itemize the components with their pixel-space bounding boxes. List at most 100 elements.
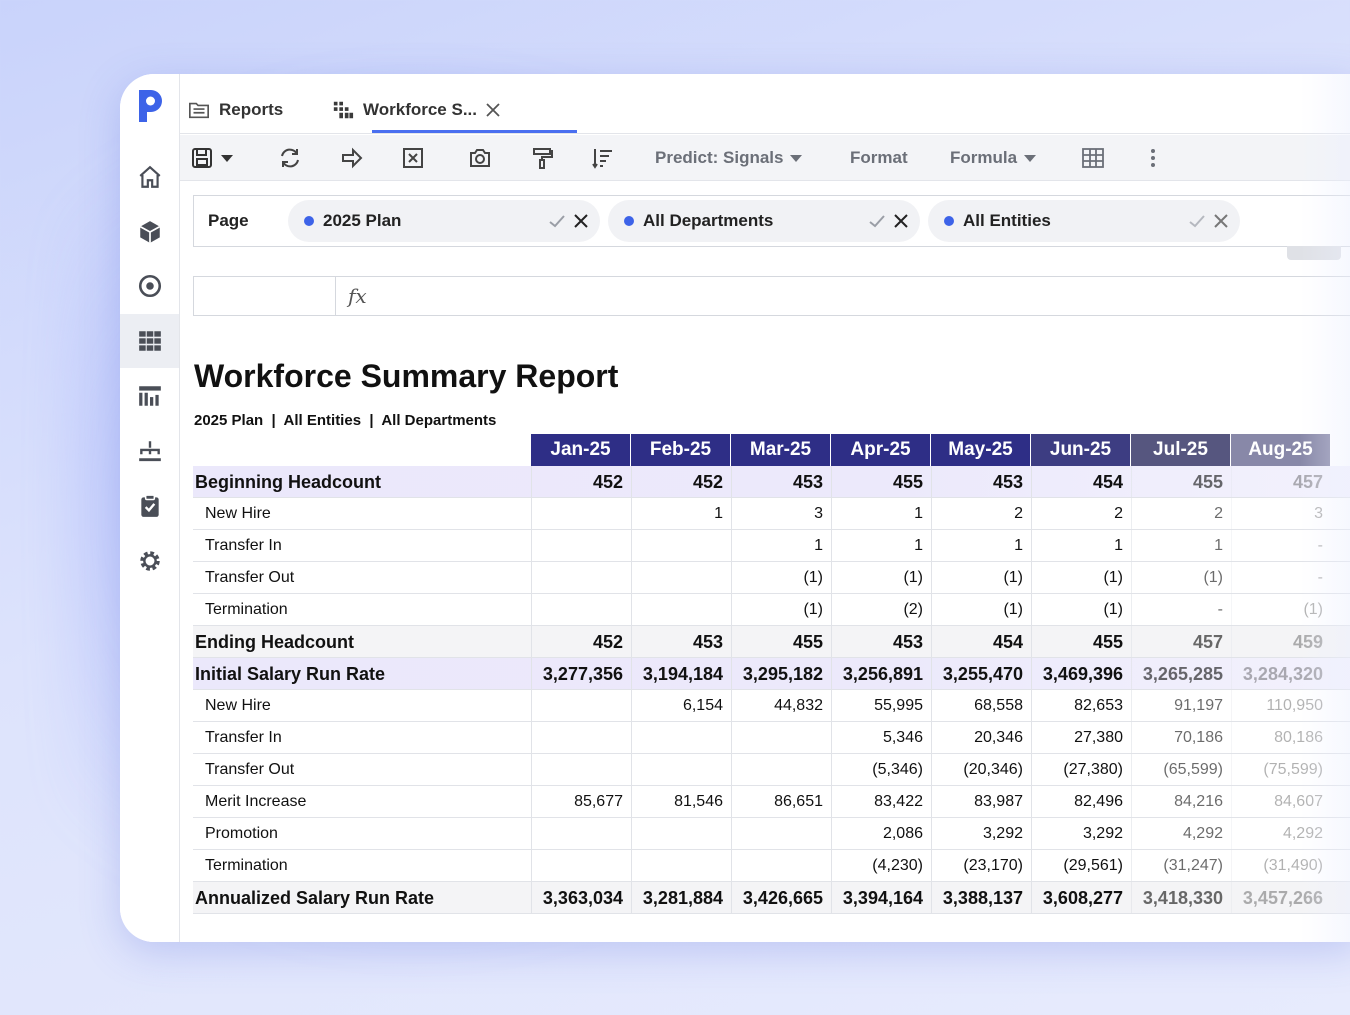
row-label[interactable]: Beginning Headcount <box>194 466 381 498</box>
table-cell[interactable] <box>631 754 731 786</box>
table-cell[interactable] <box>531 498 631 530</box>
table-cell[interactable]: 3,255,470 <box>931 658 1031 690</box>
table-cell[interactable]: 6,154 <box>631 690 731 722</box>
table-cell[interactable]: 3,295,182 <box>731 658 831 690</box>
table-cell[interactable]: 2 <box>1131 498 1231 530</box>
column-header[interactable]: Feb-25 <box>631 434 730 466</box>
clear-filter-icon[interactable] <box>1213 213 1229 229</box>
table-cell[interactable]: (75,599) <box>1231 754 1331 786</box>
table-cell[interactable]: (1) <box>1031 562 1131 594</box>
table-cell[interactable]: (1) <box>731 594 831 626</box>
table-cell[interactable]: 3,292 <box>931 818 1031 850</box>
table-cell[interactable]: 453 <box>931 466 1031 498</box>
table-cell[interactable] <box>731 818 831 850</box>
sidebar-item-goals[interactable] <box>120 259 179 313</box>
table-cell[interactable] <box>531 530 631 562</box>
save-button[interactable] <box>190 145 233 171</box>
table-cell[interactable] <box>531 754 631 786</box>
table-cell[interactable]: 1 <box>631 498 731 530</box>
filter-chip-departments[interactable]: All Departments <box>608 200 920 242</box>
export-button[interactable] <box>340 145 364 171</box>
table-cell[interactable]: 5,346 <box>831 722 931 754</box>
column-header[interactable]: May-25 <box>931 434 1030 466</box>
row-label[interactable]: New Hire <box>205 690 271 722</box>
table-cell[interactable]: 80,186 <box>1231 722 1331 754</box>
table-cell[interactable]: 1 <box>731 530 831 562</box>
table-cell[interactable]: (1) <box>1031 594 1131 626</box>
row-label[interactable]: New Hire <box>205 498 271 530</box>
table-cell[interactable]: 4,292 <box>1231 818 1331 850</box>
row-label[interactable]: Ending Headcount <box>194 626 354 658</box>
table-cell[interactable]: 3,292 <box>1031 818 1131 850</box>
table-cell[interactable]: 459 <box>1231 626 1331 658</box>
table-cell[interactable]: 455 <box>831 466 931 498</box>
table-cell[interactable]: 81,546 <box>631 786 731 818</box>
format-painter-button[interactable] <box>531 145 555 171</box>
table-cell[interactable]: 454 <box>931 626 1031 658</box>
row-label[interactable]: Annualized Salary Run Rate <box>194 882 434 914</box>
table-cell[interactable]: 3,256,891 <box>831 658 931 690</box>
table-cell[interactable]: 68,558 <box>931 690 1031 722</box>
table-cell[interactable]: 452 <box>631 466 731 498</box>
table-cell[interactable]: 453 <box>831 626 931 658</box>
table-cell[interactable]: 2 <box>1031 498 1131 530</box>
table-cell[interactable]: (20,346) <box>931 754 1031 786</box>
table-cell[interactable] <box>531 594 631 626</box>
table-cell[interactable]: 44,832 <box>731 690 831 722</box>
table-cell[interactable]: 3 <box>1231 498 1331 530</box>
sidebar-item-sheets[interactable] <box>120 314 179 368</box>
table-cell[interactable]: 27,380 <box>1031 722 1131 754</box>
table-cell[interactable]: (4,230) <box>831 850 931 882</box>
table-cell[interactable]: 86,651 <box>731 786 831 818</box>
table-cell[interactable]: - <box>1231 562 1331 594</box>
sidebar-item-dashboards[interactable] <box>120 369 179 423</box>
table-cell[interactable]: 55,995 <box>831 690 931 722</box>
table-cell[interactable]: (31,490) <box>1231 850 1331 882</box>
table-cell[interactable] <box>631 594 731 626</box>
table-cell[interactable] <box>731 754 831 786</box>
table-cell[interactable]: 91,197 <box>1131 690 1231 722</box>
clear-filter-icon[interactable] <box>573 213 589 229</box>
table-cell[interactable]: 20,346 <box>931 722 1031 754</box>
table-cell[interactable]: (1) <box>931 562 1031 594</box>
predict-signals-dropdown[interactable]: Predict: Signals <box>655 145 803 171</box>
table-cell[interactable]: 457 <box>1231 466 1331 498</box>
sidebar-item-home[interactable] <box>120 150 179 204</box>
sidebar-item-settings[interactable] <box>120 534 179 588</box>
table-cell[interactable]: (65,599) <box>1131 754 1231 786</box>
row-label[interactable]: Transfer Out <box>205 754 294 786</box>
row-label[interactable]: Transfer In <box>205 530 282 562</box>
snapshot-button[interactable] <box>468 145 492 171</box>
row-label[interactable]: Initial Salary Run Rate <box>194 658 385 690</box>
row-label[interactable]: Transfer Out <box>205 562 294 594</box>
column-header[interactable]: Jul-25 <box>1131 434 1230 466</box>
table-cell[interactable]: 110,950 <box>1231 690 1331 722</box>
format-menu[interactable]: Format <box>850 145 908 171</box>
table-cell[interactable]: 1 <box>831 530 931 562</box>
table-cell[interactable]: 82,653 <box>1031 690 1131 722</box>
table-cell[interactable]: - <box>1131 594 1231 626</box>
table-cell[interactable]: 4,292 <box>1131 818 1231 850</box>
more-options-button[interactable] <box>1141 145 1165 171</box>
table-cell[interactable]: 1 <box>1031 530 1131 562</box>
close-tab-icon[interactable] <box>485 102 501 118</box>
table-cell[interactable]: 84,607 <box>1231 786 1331 818</box>
table-cell[interactable] <box>531 722 631 754</box>
table-cell[interactable]: (5,346) <box>831 754 931 786</box>
table-cell[interactable]: 453 <box>731 466 831 498</box>
table-cell[interactable]: 3,608,277 <box>1031 882 1131 914</box>
column-header[interactable]: Apr-25 <box>831 434 930 466</box>
table-cell[interactable]: 82,496 <box>1031 786 1131 818</box>
table-cell[interactable]: - <box>1231 530 1331 562</box>
table-cell[interactable]: (1) <box>1131 562 1231 594</box>
table-cell[interactable]: (1) <box>731 562 831 594</box>
filter-chip-plan[interactable]: 2025 Plan <box>288 200 600 242</box>
table-cell[interactable]: 3,284,320 <box>1231 658 1331 690</box>
table-cell[interactable]: (2) <box>831 594 931 626</box>
table-cell[interactable]: 455 <box>731 626 831 658</box>
table-cell[interactable] <box>531 562 631 594</box>
table-cell[interactable]: 3 <box>731 498 831 530</box>
table-cell[interactable]: 1 <box>1131 530 1231 562</box>
sidebar-item-models[interactable] <box>120 205 179 259</box>
row-label[interactable]: Termination <box>205 850 288 882</box>
